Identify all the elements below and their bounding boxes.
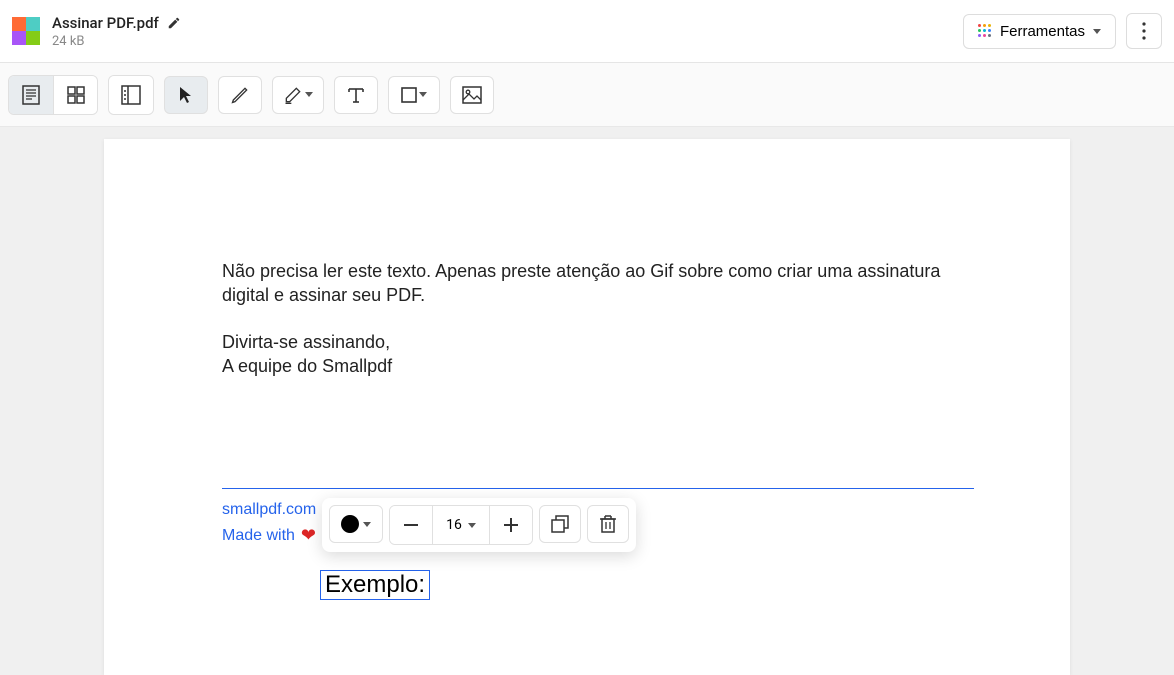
select-tool-button[interactable]	[164, 76, 208, 114]
footer-made-with: Made with	[222, 527, 295, 545]
selected-text-box[interactable]: Exemplo:	[320, 570, 430, 600]
text-tool-button[interactable]	[334, 76, 378, 114]
workspace[interactable]: Não precisa ler este texto. Apenas prest…	[0, 127, 1174, 675]
apps-grid-icon	[978, 24, 992, 38]
pen-tool-button[interactable]	[218, 76, 262, 114]
header-left: Assinar PDF.pdf 24 kB	[12, 14, 181, 49]
heart-icon: ❤	[301, 525, 316, 546]
font-size-dropdown[interactable]: 16	[432, 506, 490, 544]
view-single-page-button[interactable]	[9, 76, 53, 114]
square-icon	[401, 87, 417, 103]
caret-down-icon	[419, 92, 427, 97]
decrease-font-button[interactable]	[390, 506, 432, 544]
view-split-button[interactable]	[109, 76, 153, 114]
grid-icon	[67, 86, 85, 104]
highlighter-icon	[283, 85, 303, 105]
trash-icon	[600, 515, 616, 533]
caret-down-icon	[363, 522, 371, 527]
file-info: Assinar PDF.pdf 24 kB	[52, 14, 181, 49]
image-icon	[462, 86, 482, 104]
duplicate-button[interactable]	[539, 505, 581, 543]
pdf-page[interactable]: Não precisa ler este texto. Apenas prest…	[104, 139, 1070, 675]
caret-down-icon	[305, 92, 313, 97]
kebab-icon	[1142, 22, 1146, 40]
paragraph: Não precisa ler este texto. Apenas prest…	[222, 259, 990, 308]
paragraph: Divirta-se assinando,	[222, 330, 990, 354]
text-icon	[347, 86, 365, 104]
delete-button[interactable]	[587, 505, 629, 543]
file-title: Assinar PDF.pdf	[52, 14, 159, 32]
view-mode-group	[8, 75, 98, 115]
color-swatch-icon	[341, 515, 359, 533]
cursor-icon	[178, 86, 194, 104]
document-body: Não precisa ler este texto. Apenas prest…	[222, 259, 990, 378]
footer-divider	[222, 488, 974, 489]
minus-icon	[404, 524, 418, 526]
font-size-value: 16	[446, 517, 462, 533]
tools-label: Ferramentas	[1000, 23, 1085, 40]
app-logo[interactable]	[12, 17, 40, 45]
tools-menu-button[interactable]: Ferramentas	[963, 14, 1116, 49]
view-split-group	[108, 75, 154, 115]
image-tool-button[interactable]	[450, 76, 494, 114]
more-options-button[interactable]	[1126, 13, 1162, 49]
view-grid-button[interactable]	[53, 76, 97, 114]
shape-tool-button[interactable]	[388, 76, 440, 114]
highlighter-tool-button[interactable]	[272, 76, 324, 114]
font-size-stepper: 16	[389, 505, 533, 545]
page-lines-icon	[22, 85, 40, 105]
app-header: Assinar PDF.pdf 24 kB Ferramentas	[0, 0, 1174, 63]
file-size: 24 kB	[52, 34, 181, 49]
pen-icon	[230, 85, 250, 105]
header-right: Ferramentas	[963, 13, 1162, 49]
editor-toolbar	[0, 63, 1174, 127]
increase-font-button[interactable]	[490, 506, 532, 544]
split-view-icon	[121, 85, 141, 105]
duplicate-icon	[551, 515, 569, 533]
text-color-button[interactable]	[329, 505, 383, 543]
text-format-toolbar: 16	[322, 498, 636, 552]
paragraph: A equipe do Smallpdf	[222, 354, 990, 378]
plus-icon	[504, 518, 518, 532]
edit-filename-icon[interactable]	[167, 16, 181, 30]
caret-down-icon	[468, 523, 476, 528]
caret-down-icon	[1093, 29, 1101, 34]
